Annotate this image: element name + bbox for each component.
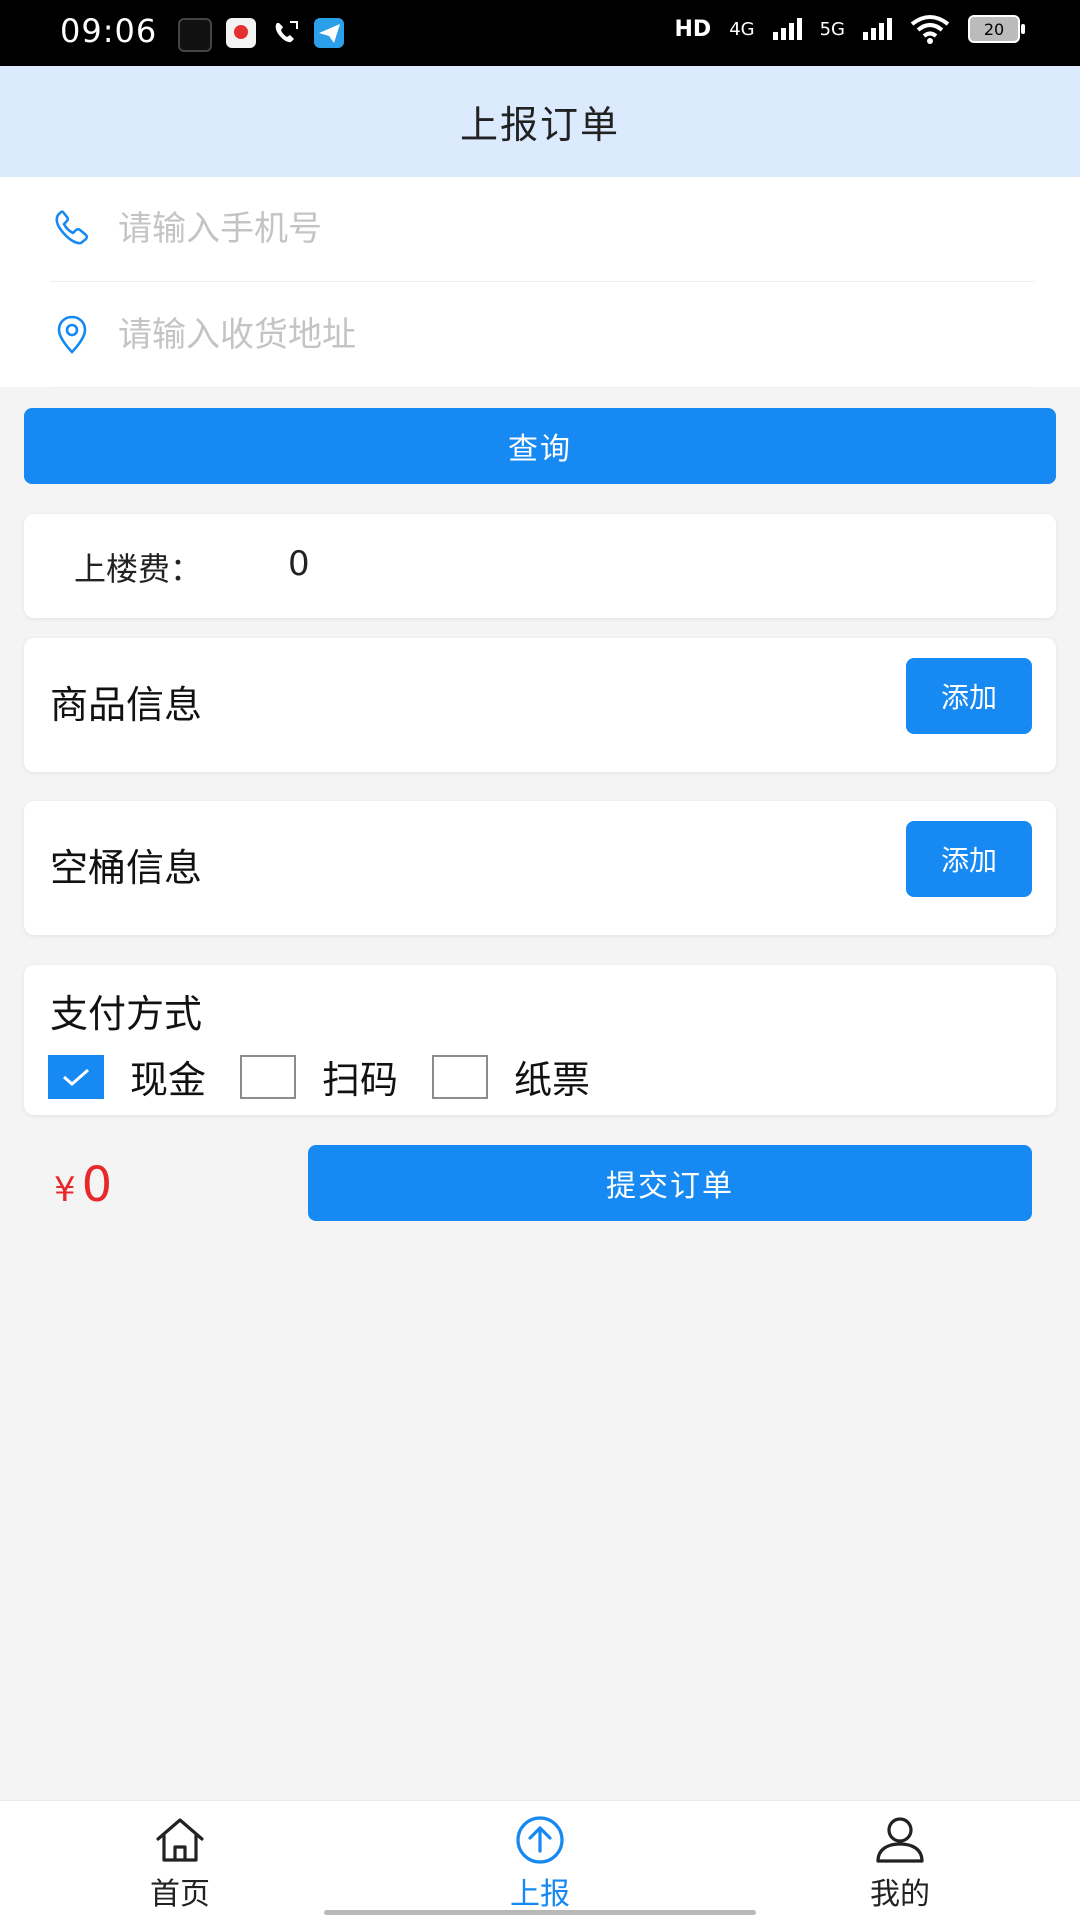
scan-label: 扫码 <box>322 1058 399 1102</box>
scan-checkbox[interactable] <box>240 1054 297 1099</box>
status-time: 09:06 <box>60 12 158 50</box>
tiktok-icon <box>178 18 212 52</box>
nav-label-report: 上报 <box>510 1877 570 1912</box>
bottom-nav: 首页 上报 我的 <box>0 1800 1080 1921</box>
cash-label: 现金 <box>130 1058 207 1102</box>
ticket-checkbox[interactable] <box>432 1054 489 1099</box>
currency-symbol: ¥ <box>54 1170 76 1210</box>
network-5g-label: 5G <box>819 18 845 40</box>
payment-option-ticket[interactable]: 纸票 <box>432 1049 590 1104</box>
send-app-icon <box>314 18 344 48</box>
wifi-icon <box>910 15 950 44</box>
app-notification-icon <box>226 18 256 48</box>
missed-call-icon <box>270 18 300 48</box>
payment-option-scan[interactable]: 扫码 <box>240 1049 398 1104</box>
cash-checkbox[interactable] <box>48 1054 104 1099</box>
battery-icon: 20 <box>968 15 1025 43</box>
upload-icon <box>516 1816 564 1864</box>
nav-label-home: 首页 <box>150 1877 210 1912</box>
empty-bucket-card: 空桶信息 添加 <box>24 801 1056 935</box>
add-bucket-button[interactable]: 添加 <box>906 821 1032 897</box>
address-row <box>50 283 1034 388</box>
empty-bucket-title: 空桶信息 <box>50 846 203 890</box>
goods-info-title: 商品信息 <box>50 683 203 727</box>
payment-option-cash[interactable]: 现金 <box>48 1049 206 1104</box>
address-input[interactable] <box>116 314 980 356</box>
floor-fee-label: 上楼费： <box>74 550 203 588</box>
payment-method-card: 支付方式 现金 扫码 纸票 <box>24 965 1056 1115</box>
location-pin-icon <box>57 315 87 354</box>
status-indicators: HD 4G 5G 20 <box>674 14 1025 44</box>
add-goods-button[interactable]: 添加 <box>906 658 1032 734</box>
status-bar: 09:06 HD 4G 5G 20 <box>0 0 1080 66</box>
home-icon <box>156 1818 204 1862</box>
contact-form <box>0 177 1080 388</box>
hd-badge: HD <box>674 16 712 42</box>
check-icon <box>63 1068 89 1086</box>
nav-item-home[interactable]: 首页 <box>80 1815 280 1913</box>
user-icon <box>876 1817 924 1863</box>
query-button[interactable]: 查询 <box>24 408 1056 484</box>
submit-order-button[interactable]: 提交订单 <box>308 1145 1032 1221</box>
nav-item-me[interactable]: 我的 <box>800 1815 1000 1913</box>
order-total: ¥ 0 <box>54 1157 112 1213</box>
phone-icon <box>55 210 89 245</box>
network-4g-label: 4G <box>729 18 755 40</box>
signal-5g-icon <box>863 18 892 40</box>
payment-method-title: 支付方式 <box>50 992 203 1036</box>
phone-input[interactable] <box>116 208 980 250</box>
nav-item-report[interactable]: 上报 <box>440 1815 640 1913</box>
goods-info-card: 商品信息 添加 <box>24 638 1056 772</box>
gesture-bar[interactable] <box>324 1910 756 1915</box>
payment-options: 现金 扫码 纸票 <box>48 1049 624 1104</box>
page-title: 上报订单 <box>459 103 620 147</box>
phone-row <box>50 177 1034 282</box>
nav-label-me: 我的 <box>870 1877 930 1912</box>
notification-icons <box>178 18 344 52</box>
floor-fee-card: 上楼费： 0 <box>24 514 1056 618</box>
total-amount: 0 <box>81 1157 113 1213</box>
signal-4g-icon <box>772 18 802 40</box>
ticket-label: 纸票 <box>514 1058 591 1102</box>
floor-fee-value: 0 <box>288 544 310 584</box>
header: 上报订单 <box>0 66 1080 177</box>
